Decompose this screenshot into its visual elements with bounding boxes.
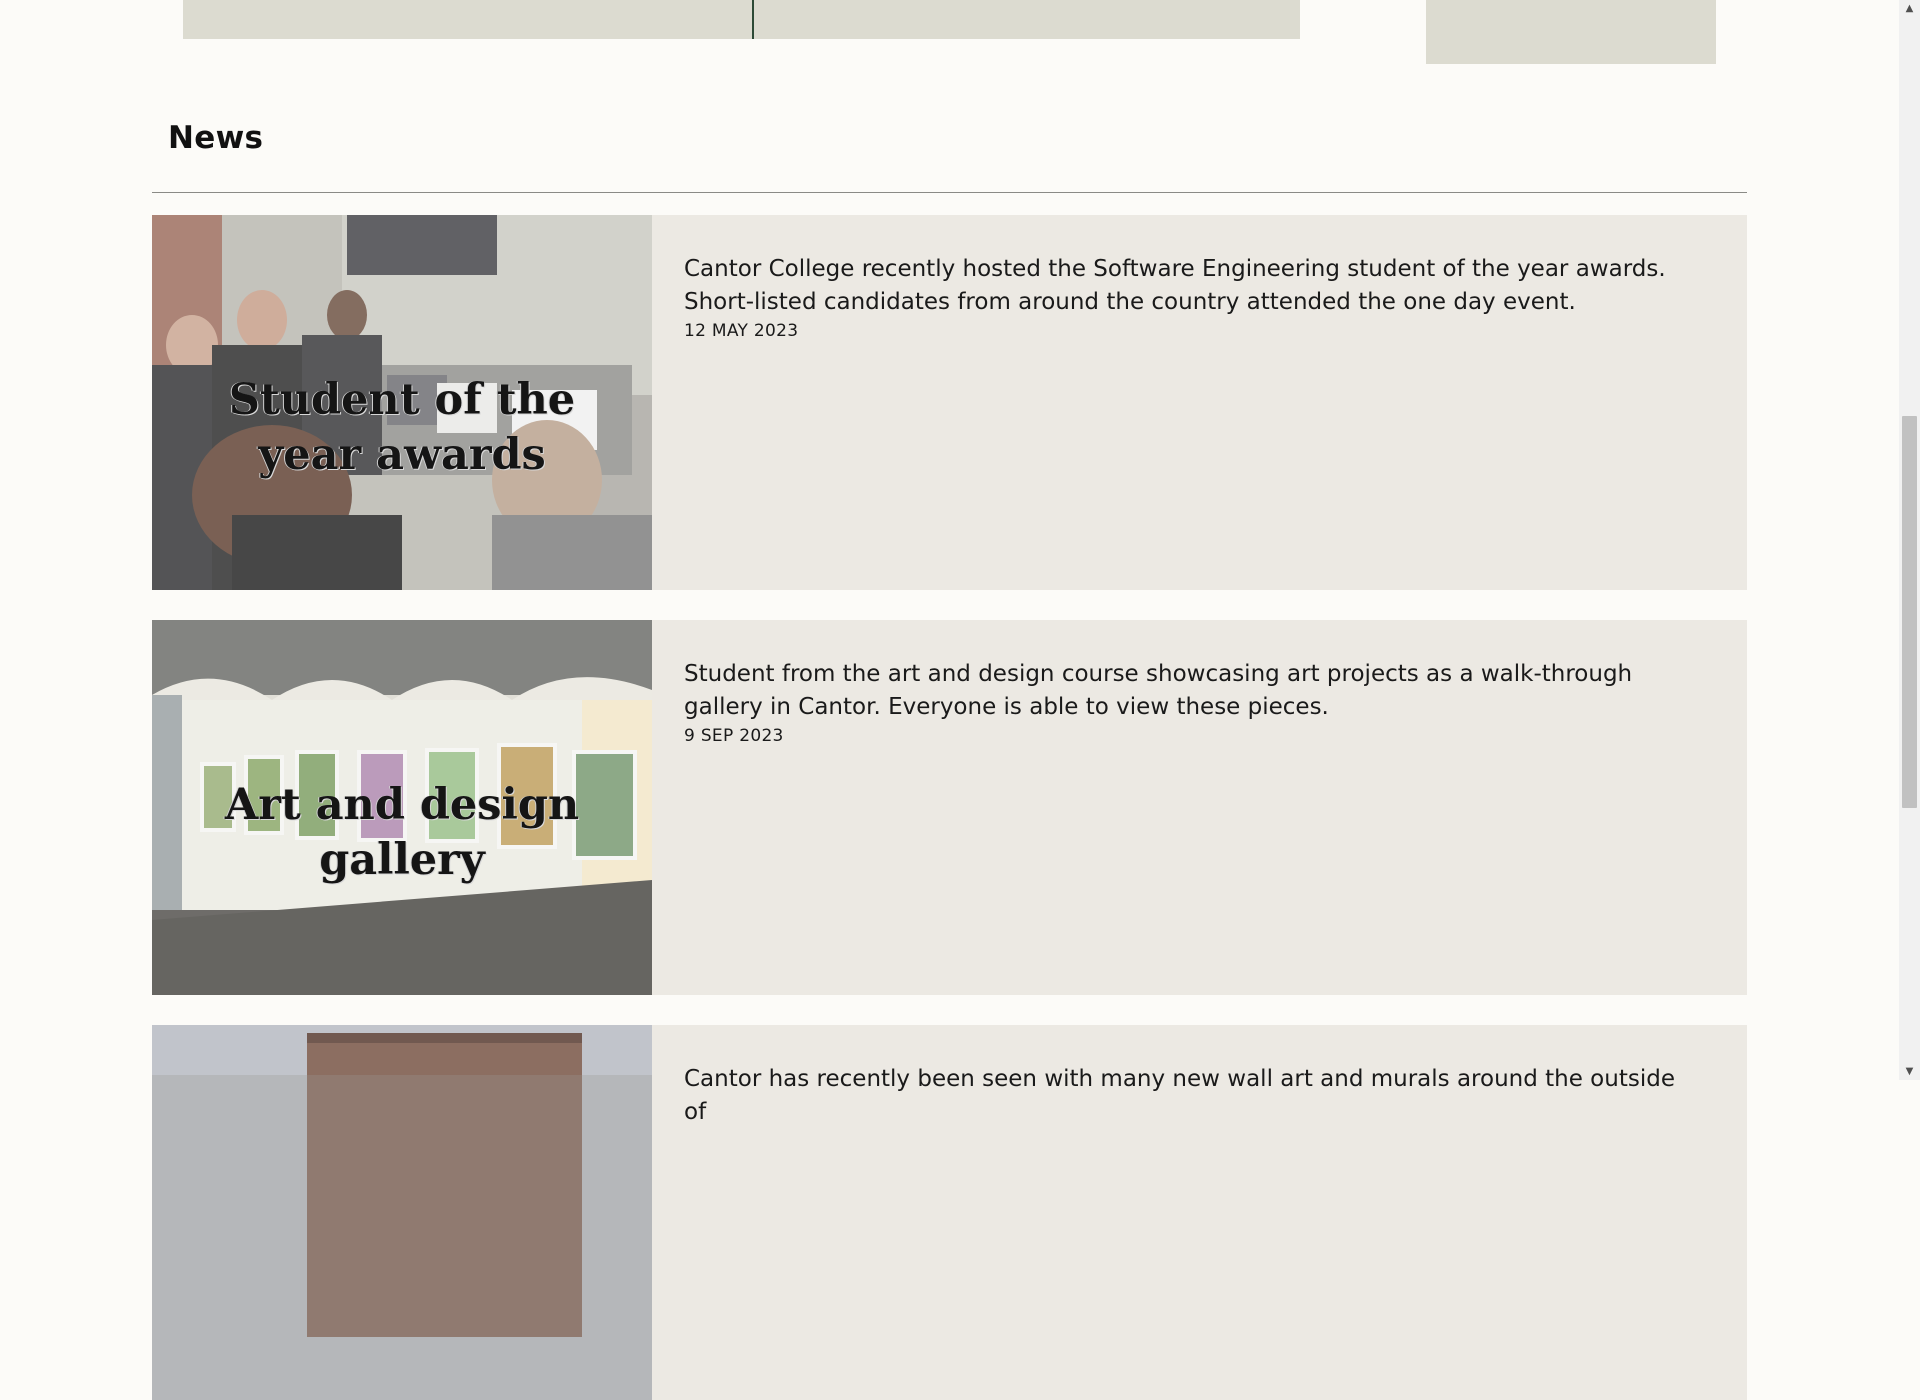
news-heading: News: [168, 120, 264, 156]
top-panel-left: [183, 0, 1300, 39]
news-summary[interactable]: Cantor has recently been seen with many …: [684, 1063, 1704, 1129]
image-title-line1: Art and design: [224, 780, 580, 830]
news-divider: [152, 192, 1747, 193]
news-summary[interactable]: Student from the art and design course s…: [684, 658, 1704, 724]
news-date: 12 MAY 2023: [684, 321, 799, 341]
news-card-art-gallery[interactable]: Art and design gallery Student from the …: [152, 620, 1747, 995]
image-title-line2: gallery: [319, 835, 485, 885]
page-scrollbar[interactable]: ▲ ▼: [1899, 0, 1920, 1080]
top-panel-divider: [752, 0, 754, 39]
image-title-line2: year awards: [258, 430, 546, 480]
news-card-body: Cantor College recently hosted the Softw…: [684, 253, 1704, 341]
scroll-thumb[interactable]: [1902, 416, 1917, 808]
news-date: 9 SEP 2023: [684, 726, 784, 746]
news-card-student-awards[interactable]: Student of the year awards Cantor Colleg…: [152, 215, 1747, 590]
news-card-wall-art[interactable]: Cantor has recently been seen with many …: [152, 1025, 1747, 1400]
image-title-line1: Student of the: [228, 375, 576, 425]
news-summary[interactable]: Cantor College recently hosted the Softw…: [684, 253, 1704, 319]
scroll-down-arrow-icon[interactable]: ▼: [1899, 1063, 1920, 1080]
news-card-body: Student from the art and design course s…: [684, 658, 1704, 746]
news-card-image[interactable]: Student of the year awards: [152, 215, 652, 590]
news-card-image[interactable]: Art and design gallery: [152, 620, 652, 995]
wall-art-photo: [152, 1025, 652, 1400]
news-card-body: Cantor has recently been seen with many …: [684, 1063, 1704, 1129]
news-card-image[interactable]: [152, 1025, 652, 1400]
top-panel-right: [1426, 0, 1716, 64]
scroll-up-arrow-icon[interactable]: ▲: [1899, 0, 1920, 17]
